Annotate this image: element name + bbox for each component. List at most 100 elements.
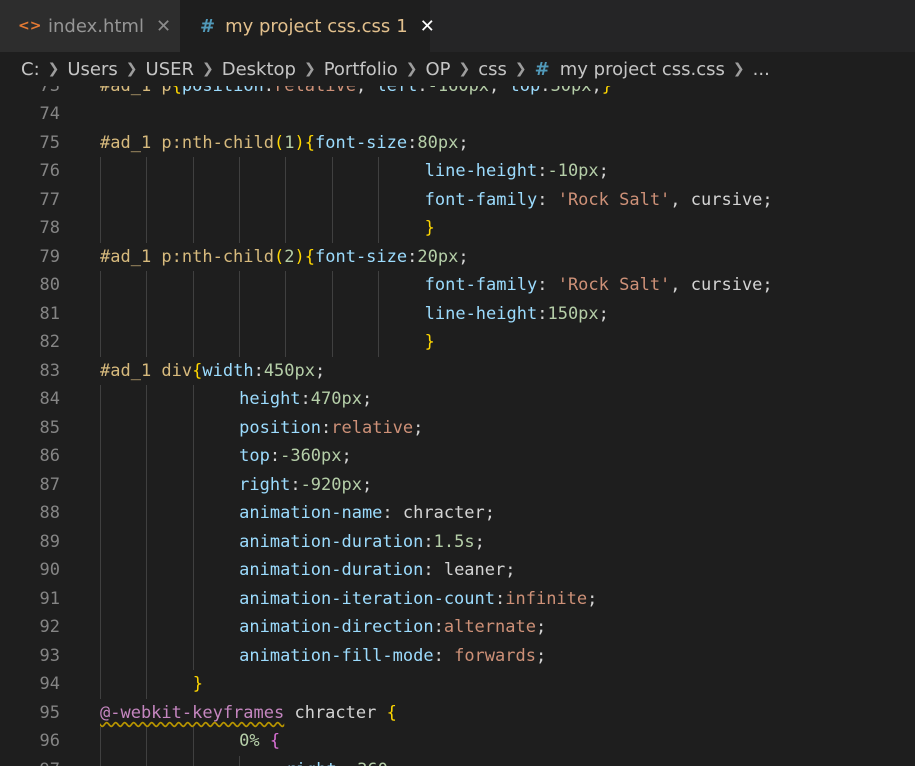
tab-my-project-css[interactable]: # my project css.css 1 ✕ [180, 0, 435, 52]
code-editor[interactable]: 73#ad_1 p{position:relative; left:-160px… [0, 86, 915, 766]
chevron-right-icon: ❯ [732, 61, 745, 77]
code-text: } [193, 670, 203, 699]
code-token: ; [315, 360, 326, 381]
breadcrumb-item[interactable]: C: [21, 59, 40, 80]
indent-guide [100, 271, 101, 300]
code-line[interactable]: 79 #ad_1 p:nth-child(2){font-size:20px; [0, 243, 915, 272]
indent-guide [238, 755, 240, 766]
indent-guide [192, 157, 194, 186]
code-text: animation-duration: leaner; [239, 556, 515, 585]
indent-guide [100, 527, 101, 556]
breadcrumb-item[interactable]: USER [146, 59, 194, 80]
code-token: } [192, 674, 203, 694]
code-token: relative [274, 86, 356, 96]
code-line[interactable]: 82} [0, 328, 915, 357]
code-token: 20px [417, 246, 459, 267]
indent-guide [377, 185, 379, 214]
code-token: 1 [284, 132, 295, 153]
code-line[interactable]: 76 line-height:-10px; [0, 157, 915, 186]
code-token: -160px [428, 86, 489, 96]
code-line[interactable]: 87 right:-920px; [0, 470, 915, 499]
line-number: 78 [39, 218, 60, 238]
code-line[interactable]: 96 0% { [0, 727, 915, 756]
breadcrumb-item[interactable]: ... [753, 59, 770, 80]
line-number: 84 [39, 389, 60, 409]
code-token: #ad_1 p:nth-child [100, 246, 274, 267]
breadcrumb-item[interactable]: my project css.css [560, 59, 725, 80]
code-line[interactable]: 85 position:relative; [0, 413, 915, 442]
code-token: right [286, 760, 337, 766]
indent-guide [146, 470, 148, 499]
code-text: height:470px; [239, 385, 372, 414]
code-line[interactable]: 81 line-height:150px; [0, 299, 915, 328]
code-token: : [407, 246, 418, 267]
code-line[interactable]: 88 animation-name: chracter; [0, 499, 915, 528]
code-line[interactable]: 91 animation-iteration-count:infinite; [0, 584, 915, 613]
indent-guide [192, 271, 194, 300]
code-token: : [495, 588, 506, 609]
code-text: #ad_1 p:nth-child(1){font-size:80px; [100, 129, 469, 158]
indent-guide [146, 527, 148, 556]
indent-guide [192, 385, 194, 414]
code-token: -360 [347, 760, 388, 766]
code-line[interactable]: 75 #ad_1 p:nth-child(1){font-size:80px; [0, 129, 915, 158]
problem-count-badge: 1 [396, 15, 408, 37]
code-line[interactable]: 84 height:470px; [0, 385, 915, 414]
code-line[interactable]: 78} [0, 214, 915, 243]
code-token: #ad_1 p:nth-child [100, 132, 274, 153]
indent-guide [192, 442, 194, 471]
code-line[interactable]: 94} [0, 670, 915, 699]
line-number: 94 [39, 674, 60, 694]
chevron-right-icon: ❯ [405, 61, 418, 77]
code-line[interactable]: 93 animation-fill-mode: forwards; [0, 641, 915, 670]
code-line[interactable]: 73#ad_1 p{position:relative; left:-160px… [0, 86, 915, 100]
indent-guide [146, 299, 148, 328]
line-number: 95 [39, 702, 60, 723]
code-token: } [602, 86, 612, 96]
breadcrumb-item[interactable]: Desktop [222, 59, 296, 80]
close-icon[interactable]: ✕ [156, 16, 171, 37]
line-number: 74 [39, 104, 60, 124]
code-line[interactable]: 90 animation-duration: leaner; [0, 556, 915, 585]
tab-bar: <> index.html ✕ # my project css.css 1 ✕ [0, 0, 915, 52]
code-token: 1.5s [433, 531, 475, 552]
indent-guide [100, 499, 101, 528]
code-token: : [417, 86, 427, 96]
line-number: 92 [39, 617, 60, 637]
code-token: { [269, 731, 281, 751]
breadcrumb-item[interactable]: OP [426, 59, 451, 80]
code-token: { [304, 132, 315, 153]
code-token: line-height [424, 161, 538, 181]
breadcrumb-item[interactable]: Users [67, 59, 117, 80]
code-line[interactable]: 92 animation-direction:alternate; [0, 613, 915, 642]
code-line[interactable]: 86 top:-360px; [0, 442, 915, 471]
code-line[interactable]: 83 #ad_1 div{width:450px; [0, 357, 915, 386]
code-line[interactable]: 77 font-family: 'Rock Salt', cursive; [0, 185, 915, 214]
indent-guide [377, 299, 379, 328]
indent-guide [100, 641, 101, 670]
code-line[interactable]: 80 font-family: 'Rock Salt', cursive; [0, 271, 915, 300]
tab-index-html[interactable]: <> index.html ✕ [0, 0, 180, 52]
code-token: ; [474, 531, 485, 552]
code-line[interactable]: 74 [0, 100, 915, 129]
code-token: 470px [310, 389, 362, 409]
code-line[interactable]: 95 @-webkit-keyframes chracter { [0, 699, 915, 728]
code-token: height [239, 389, 301, 409]
indent-guide [285, 328, 287, 357]
code-line[interactable]: 89 animation-duration:1.5s; [0, 527, 915, 556]
code-token: ( [274, 246, 285, 267]
breadcrumb: C: ❯ Users ❯ USER ❯ Desktop ❯ Portfolio ❯ OP ❯ css ❯ #… [0, 52, 915, 86]
indent-guide [377, 214, 379, 243]
indent-guide [146, 755, 148, 766]
code-token: left [376, 86, 417, 96]
code-token: 'Rock Salt' [557, 275, 671, 295]
close-icon[interactable]: ✕ [420, 16, 435, 37]
breadcrumb-item[interactable]: css [478, 59, 507, 80]
code-token: forwards [454, 645, 536, 666]
code-line[interactable]: 97 right:-360 [0, 755, 915, 766]
breadcrumb-item[interactable]: Portfolio [324, 59, 398, 80]
indent-guide [192, 641, 194, 670]
code-token: font-size [315, 132, 408, 153]
code-token: : [300, 389, 311, 409]
code-token: top [510, 86, 541, 96]
